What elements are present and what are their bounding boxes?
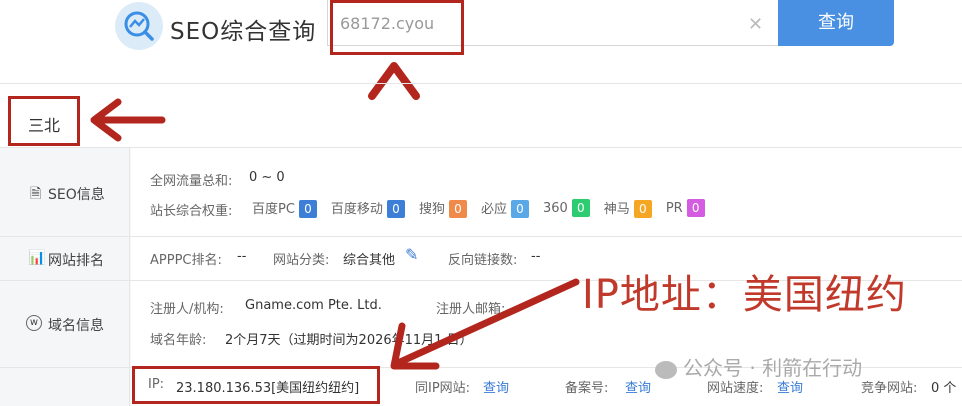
seo-info-row: 🗎 SEO信息 全网流量总和: 0 ~ 0 站长综合权重: 百度PC 0 百度移动 0… xyxy=(0,147,962,236)
backlinks-value: -- xyxy=(531,249,541,264)
engine-weight-badge[interactable]: 0 xyxy=(686,198,705,217)
category-value: 综合其他 xyxy=(343,253,396,268)
engine-weight-badge[interactable]: 0 xyxy=(386,199,405,218)
engine-weight-item: 神马 0 xyxy=(604,198,652,218)
wechat-icon xyxy=(655,360,677,379)
top-bar: SEO综合查询 ✕ 查询 xyxy=(0,0,962,82)
backlinks-label: 反向链接数: xyxy=(448,253,518,268)
registrant-value: Gname.com Pte. Ltd. xyxy=(245,298,382,313)
traffic-label: 全网流量总和: xyxy=(150,174,233,189)
engine-weight-badge[interactable]: 0 xyxy=(298,199,317,218)
watermark-text: 公众号 · 利箭在行动 xyxy=(683,356,863,380)
engine-weight-item: 搜狗 0 xyxy=(419,198,467,218)
engine-name: PR xyxy=(665,200,683,216)
highlight-tab xyxy=(8,96,80,146)
engine-weight-badge[interactable]: 0 xyxy=(510,199,529,218)
engine-weight-item: 百度PC 0 xyxy=(252,198,317,218)
age-label: 域名年龄: xyxy=(150,333,207,348)
traffic-value: 0 ~ 0 xyxy=(249,170,285,185)
seo-logo-icon xyxy=(115,2,163,50)
edit-icon[interactable]: ✎ xyxy=(405,245,418,264)
category-label: 网站分类: xyxy=(273,253,330,268)
engine-weight-badge[interactable]: 0 xyxy=(633,199,652,218)
ip-annotation: IP地址：美国纽约 xyxy=(582,272,907,318)
engine-weight-item: 百度移动 0 xyxy=(331,198,405,218)
competitor-value: 0 个 xyxy=(931,381,957,396)
weight-label: 站长综合权重: xyxy=(150,204,233,219)
domain-label-cell: w 域名信息 xyxy=(0,281,130,367)
engine-name: 百度PC xyxy=(252,201,295,217)
engine-weights: 百度PC 0 百度移动 0 搜狗 0 必应 0 360 0 神马 0 PR 0 xyxy=(252,197,719,218)
watermark: 公众号 · 利箭在行动 xyxy=(655,352,862,381)
ip-label-cell xyxy=(0,368,130,406)
engine-weight-item: 360 0 xyxy=(542,198,590,217)
seo-info-label-cell: 🗎 SEO信息 xyxy=(0,148,130,236)
icp-label: 备案号: xyxy=(565,381,609,396)
arrow-diagonal-icon xyxy=(390,278,580,370)
highlight-ip xyxy=(132,366,380,404)
bar-chart-icon: 📊 xyxy=(28,250,46,266)
engine-weight-item: PR 0 xyxy=(665,198,705,217)
engine-name: 百度移动 xyxy=(330,201,383,217)
same-ip-link[interactable]: 查询 xyxy=(483,377,509,396)
engine-name: 360 xyxy=(542,200,568,216)
domain-label: 域名信息 xyxy=(48,318,104,334)
brand-title: SEO综合查询 xyxy=(170,19,317,45)
ranking-label-cell: 📊 网站排名 xyxy=(0,237,130,280)
search-button[interactable]: 查询 xyxy=(778,0,894,46)
engine-weight-item: 必应 0 xyxy=(481,198,529,218)
icp-link[interactable]: 查询 xyxy=(625,377,651,396)
registrant-label: 注册人/机构: xyxy=(150,302,224,317)
arrow-up-icon xyxy=(368,62,420,100)
highlight-search-box xyxy=(330,0,464,55)
engine-name: 必应 xyxy=(480,201,507,217)
arrow-left-icon xyxy=(90,98,166,142)
divider xyxy=(0,83,962,84)
document-icon: 🗎 xyxy=(30,186,42,202)
www-icon: w xyxy=(26,315,42,331)
engine-name: 搜狗 xyxy=(418,201,445,217)
engine-name: 神马 xyxy=(603,201,630,217)
engine-weight-badge[interactable]: 0 xyxy=(448,199,467,218)
same-ip-label: 同IP网站: xyxy=(415,381,471,396)
seo-info-label: SEO信息 xyxy=(48,187,105,203)
apppc-value: -- xyxy=(237,249,247,264)
clear-icon[interactable]: ✕ xyxy=(748,14,763,35)
seo-info-body: 全网流量总和: 0 ~ 0 站长综合权重: 百度PC 0 百度移动 0 搜狗 0 必应 0 36… xyxy=(131,148,962,236)
engine-weight-badge[interactable]: 0 xyxy=(571,198,590,217)
ranking-label: 网站排名 xyxy=(48,253,104,269)
competitor-label: 竞争网站: xyxy=(861,381,918,396)
apppc-label: APPPC排名: xyxy=(150,253,222,268)
